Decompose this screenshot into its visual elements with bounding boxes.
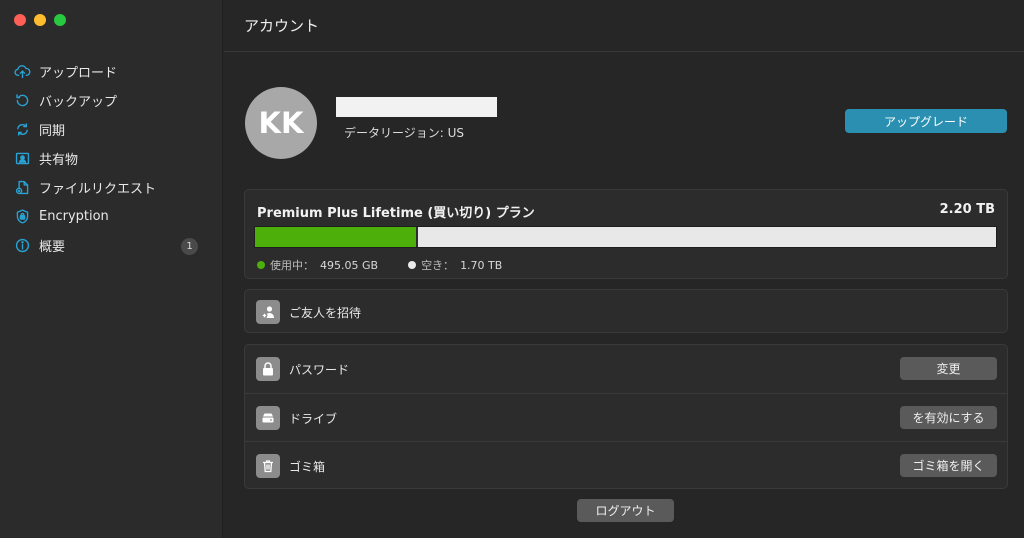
close-window-button[interactable] [14, 14, 26, 26]
sidebar-item-label: ファイルリクエスト [39, 182, 157, 197]
password-row: パスワード 変更 [245, 345, 1007, 393]
sidebar-nav: アップロード バックアップ 同期 共有物 ファイルリクエスト Encryptio… [0, 57, 223, 260]
account-name-redacted [336, 97, 497, 117]
drive-icon [256, 406, 280, 430]
enable-drive-button[interactable]: を有効にする [900, 406, 997, 429]
free-dot-icon [408, 261, 417, 269]
sidebar-item-file-request[interactable]: ファイルリクエスト [0, 173, 223, 202]
open-trash-button[interactable]: ゴミ箱を開く [900, 454, 997, 477]
upload-icon [13, 63, 31, 81]
plan-name: Premium Plus Lifetime (買い切り) プラン [257, 206, 535, 221]
title-bar: アカウント [224, 0, 1024, 52]
plan-panel: Premium Plus Lifetime (買い切り) プラン 2.20 TB… [244, 189, 1008, 279]
sidebar-item-backup[interactable]: バックアップ [0, 86, 223, 115]
invite-friends-row[interactable]: ご友人を招待 [244, 289, 1008, 333]
sidebar-item-label: Encryption [39, 209, 109, 224]
file-request-icon [13, 179, 31, 197]
password-label: パスワード [289, 363, 350, 377]
plan-total-storage: 2.20 TB [939, 202, 995, 217]
notification-badge: 1 [181, 238, 198, 255]
main-content: アカウント KK データリージョン: US アップグレード Premium Pl… [224, 0, 1024, 538]
sidebar-item-overview[interactable]: 概要 1 [0, 231, 223, 260]
drive-row: ドライブ を有効にする [245, 393, 1007, 441]
storage-usage-bar [254, 226, 997, 248]
invite-friends-label: ご友人を招待 [289, 306, 362, 320]
invite-user-icon [256, 300, 280, 324]
trash-icon [256, 454, 280, 478]
sidebar-item-encryption[interactable]: Encryption [0, 202, 223, 231]
window-controls [14, 14, 66, 26]
used-dot-icon [257, 261, 265, 269]
trash-label: ゴミ箱 [289, 460, 326, 474]
backup-icon [13, 92, 31, 110]
sidebar-item-label: バックアップ [39, 95, 118, 110]
free-label: 空き： [421, 259, 455, 272]
storage-used-fill [255, 227, 419, 247]
sidebar-item-label: 概要 [39, 240, 66, 255]
storage-legend: 使用中： 495.05 GB 空き： 1.70 TB [257, 257, 532, 273]
avatar: KK [245, 87, 317, 159]
used-value: 495.05 GB [320, 258, 379, 272]
shared-icon [13, 150, 31, 168]
data-region-label: データリージョン: US [344, 126, 465, 140]
lock-icon [256, 357, 280, 381]
trash-row: ゴミ箱 ゴミ箱を開く [245, 441, 1007, 489]
shield-lock-icon [13, 208, 31, 226]
minimize-window-button[interactable] [34, 14, 46, 26]
sidebar-item-upload[interactable]: アップロード [0, 57, 223, 86]
sidebar-item-label: 同期 [39, 124, 66, 139]
sidebar-item-label: アップロード [39, 66, 118, 81]
sidebar-item-label: 共有物 [39, 153, 79, 168]
sidebar: アップロード バックアップ 同期 共有物 ファイルリクエスト Encryptio… [0, 0, 223, 538]
sync-icon [13, 121, 31, 139]
page-title: アカウント [244, 17, 320, 35]
zoom-window-button[interactable] [54, 14, 66, 26]
account-settings-panel: パスワード 変更 ドライブ を有効にする ゴミ箱 ゴミ箱を開く [244, 344, 1008, 489]
upgrade-button[interactable]: アップグレード [845, 109, 1007, 133]
sidebar-item-sync[interactable]: 同期 [0, 115, 223, 144]
info-icon [13, 237, 31, 255]
used-label: 使用中： [270, 259, 314, 272]
logout-button[interactable]: ログアウト [577, 499, 674, 522]
sidebar-item-shared[interactable]: 共有物 [0, 144, 223, 173]
free-value: 1.70 TB [460, 258, 503, 272]
drive-label: ドライブ [289, 412, 338, 426]
change-password-button[interactable]: 変更 [900, 357, 997, 380]
